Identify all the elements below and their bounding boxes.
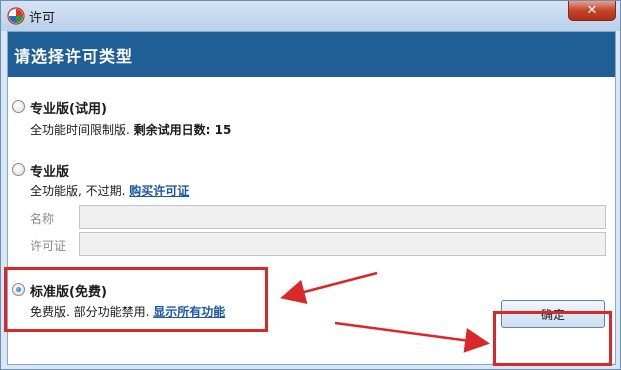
arrow-to-standard-option [280, 271, 378, 305]
license-dialog-window: 许可 ✕ 请选择许可类型 专业版(试用) 全功能时间限制版. 剩余试用日数: 1… [0, 0, 621, 370]
arrow-to-ok-button [334, 321, 490, 353]
annotation-arrows [280, 271, 490, 353]
